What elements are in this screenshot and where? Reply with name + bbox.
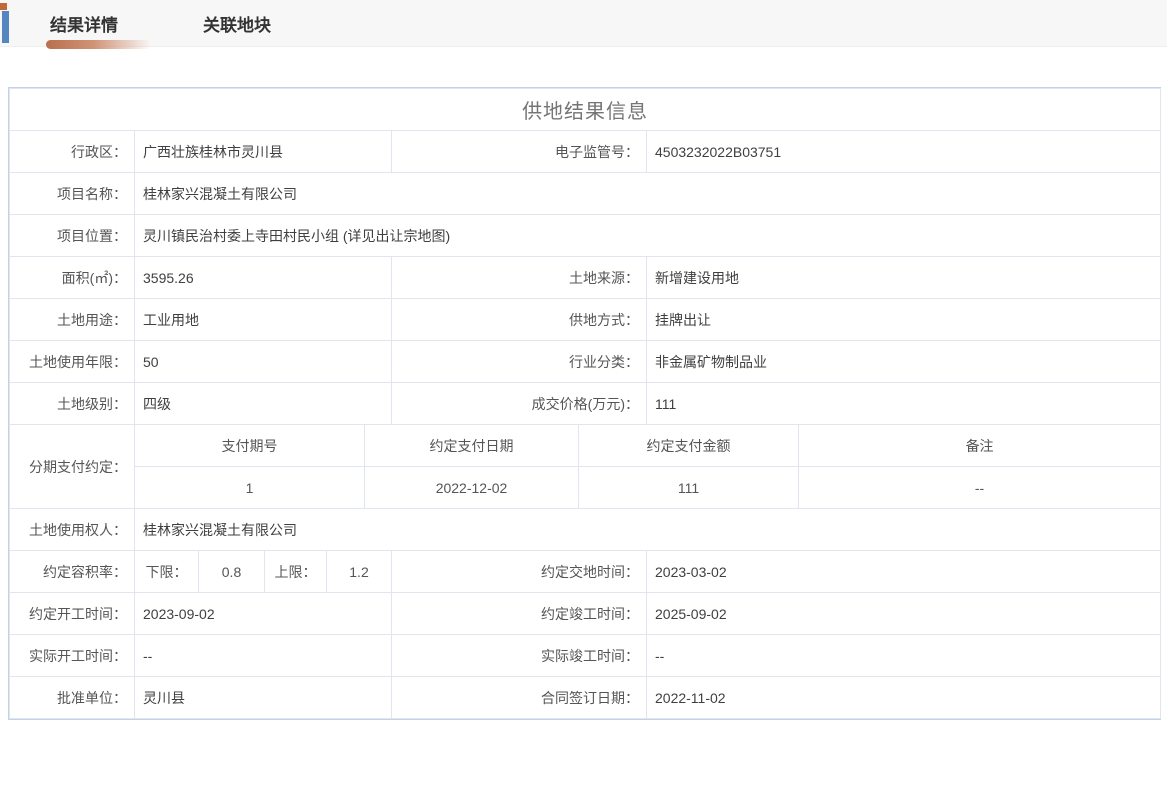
active-tab-underline — [46, 39, 151, 49]
actual-start-label: 实际开工时间： — [9, 634, 135, 677]
land-use-value: 工业用地 — [134, 298, 392, 341]
result-info-panel: 供地结果信息 行政区： 广西壮族桂林市灵川县 电子监管号： 4503232022… — [8, 87, 1162, 720]
table-row: 供地结果信息 — [8, 88, 1162, 131]
table-row: 实际开工时间： -- 实际竣工时间： -- — [9, 634, 1162, 677]
agreed-start-label: 约定开工时间： — [9, 592, 135, 635]
supervision-no-value: 4503232022B03751 — [645, 130, 1162, 173]
deal-price-value: 111 — [645, 382, 1162, 425]
land-source-label: 土地来源： — [391, 256, 647, 299]
table-row: 1 2022-12-02 111 -- — [10, 466, 1162, 509]
agreed-complete-label: 约定竣工时间： — [391, 592, 647, 635]
table-row: 批准单位： 灵川县 合同签订日期： 2022-11-02 — [9, 676, 1162, 719]
installment-header-remark: 备注 — [797, 424, 1162, 467]
delivery-time-label: 约定交地时间： — [391, 550, 647, 593]
agreed-start-value: 2023-09-02 — [134, 592, 392, 635]
table-row: 分期支付约定： 支付期号 约定支付日期 约定支付金额 备注 — [9, 424, 1162, 509]
installment-amount-value: 111 — [578, 466, 799, 509]
supervision-no-label: 电子监管号： — [391, 130, 647, 173]
tab-result-details[interactable]: 结果详情 — [46, 0, 151, 49]
installment-header-amount: 约定支付金额 — [578, 424, 799, 467]
table-row: 土地级别： 四级 成交价格(万元)： 111 — [9, 382, 1162, 425]
land-use-label: 土地用途： — [9, 298, 135, 341]
delivery-time-value: 2023-03-02 — [645, 550, 1162, 593]
approval-unit-label: 批准单位： — [9, 676, 135, 719]
page-title: 供地结果信息 — [8, 88, 1162, 131]
table-row: 约定容积率： 下限： 0.8 上限： 1.2 约定交地时间： 2023-03-0… — [9, 550, 1162, 593]
project-location-value: 灵川镇民治村委上寺田村民小组 (详见出让宗地图) — [133, 214, 1162, 257]
table-row: 面积(㎡)： 3595.26 土地来源： 新增建设用地 — [9, 256, 1162, 299]
land-source-value: 新增建设用地 — [645, 256, 1162, 299]
table-row: 项目名称： 桂林家兴混凝土有限公司 — [9, 172, 1162, 215]
supply-method-value: 挂牌出让 — [645, 298, 1162, 341]
plot-ratio-label: 约定容积率： — [9, 550, 135, 593]
deal-price-label: 成交价格(万元)： — [391, 382, 647, 425]
supply-method-label: 供地方式： — [391, 298, 647, 341]
tab-related-parcels-label: 关联地块 — [203, 15, 271, 35]
table-row: 行政区： 广西壮族桂林市灵川县 电子监管号： 4503232022B03751 — [9, 130, 1162, 173]
actual-complete-label: 实际竣工时间： — [391, 634, 647, 677]
table-row: 土地用途： 工业用地 供地方式： 挂牌出让 — [9, 298, 1162, 341]
plot-ratio-lower-label: 下限： — [134, 550, 199, 593]
installment-period-value: 1 — [134, 466, 365, 509]
table-row: 项目位置： 灵川镇民治村委上寺田村民小组 (详见出让宗地图) — [9, 214, 1162, 257]
installment-header-period: 支付期号 — [134, 424, 365, 467]
land-grade-label: 土地级别： — [9, 382, 135, 425]
industry-value: 非金属矿物制品业 — [645, 340, 1162, 383]
admin-region-label: 行政区： — [9, 130, 135, 173]
tab-related-parcels[interactable]: 关联地块 — [203, 0, 271, 47]
tab-result-details-label: 结果详情 — [50, 15, 118, 35]
area-value: 3595.26 — [134, 256, 392, 299]
contract-date-value: 2022-11-02 — [645, 676, 1162, 719]
land-user-label: 土地使用权人： — [9, 508, 135, 551]
actual-complete-value: -- — [645, 634, 1162, 677]
installment-header-date: 约定支付日期 — [364, 424, 579, 467]
approval-unit-value: 灵川县 — [134, 676, 392, 719]
project-name-label: 项目名称： — [9, 172, 135, 215]
project-name-value: 桂林家兴混凝土有限公司 — [133, 172, 1162, 215]
area-label: 面积(㎡)： — [9, 256, 135, 299]
land-user-value: 桂林家兴混凝土有限公司 — [133, 508, 1162, 551]
plot-ratio-upper-value: 1.2 — [326, 550, 392, 593]
admin-region-value: 广西壮族桂林市灵川县 — [134, 130, 392, 173]
actual-start-value: -- — [134, 634, 392, 677]
plot-ratio-upper-label: 上限： — [264, 550, 327, 593]
land-grade-value: 四级 — [134, 382, 392, 425]
plot-ratio-lower-value: 0.8 — [198, 550, 265, 593]
agreed-complete-value: 2025-09-02 — [645, 592, 1162, 635]
corner-orange-square-icon — [0, 3, 7, 10]
land-supply-info-table: 供地结果信息 行政区： 广西壮族桂林市灵川县 电子监管号： 4503232022… — [8, 88, 1162, 719]
use-years-label: 土地使用年限： — [9, 340, 135, 383]
installment-remark-value: -- — [797, 466, 1162, 509]
project-location-label: 项目位置： — [9, 214, 135, 257]
corner-blue-bar-icon — [2, 11, 9, 43]
table-row: 土地使用年限： 50 行业分类： 非金属矿物制品业 — [9, 340, 1162, 383]
industry-label: 行业分类： — [391, 340, 647, 383]
installment-label: 分期支付约定： — [9, 424, 135, 509]
contract-date-label: 合同签订日期： — [391, 676, 647, 719]
installment-date-value: 2022-12-02 — [364, 466, 579, 509]
table-row: 约定开工时间： 2023-09-02 约定竣工时间： 2025-09-02 — [9, 592, 1162, 635]
use-years-value: 50 — [134, 340, 392, 383]
table-row: 土地使用权人： 桂林家兴混凝土有限公司 — [9, 508, 1162, 551]
tab-bar: 结果详情 关联地块 — [0, 0, 1167, 49]
